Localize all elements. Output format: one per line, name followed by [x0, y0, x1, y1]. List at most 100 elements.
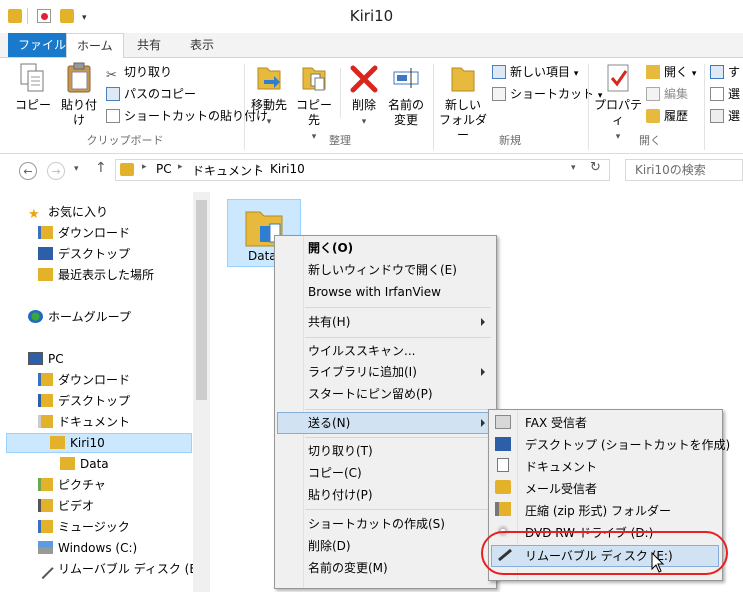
menu-rename[interactable]: 名前の変更(M)	[308, 557, 388, 579]
navigation-pane: ★ お気に入り ダウンロード デスクトップ 最近表示した場所 ホームグループ PC…	[0, 192, 210, 592]
copy-path-icon	[106, 87, 120, 101]
downloads-folder-icon	[38, 226, 53, 239]
nav-pc[interactable]: PC	[28, 349, 64, 369]
pictures-folder-icon	[38, 478, 53, 491]
nav-homegroup[interactable]: ホームグループ	[28, 307, 131, 327]
sendto-mail[interactable]: メール受信者	[525, 478, 597, 500]
windows-drive-icon	[38, 541, 53, 554]
menu-paste[interactable]: 貼り付け(P)	[308, 484, 373, 506]
menu-copy[interactable]: コピー(C)	[308, 462, 362, 484]
sendto-zip[interactable]: 圧縮 (zip 形式) フォルダー	[525, 500, 671, 522]
breadcrumb-documents[interactable]: ドキュメント	[192, 162, 264, 179]
address-bar[interactable]: ▸ PC ▸ ドキュメント ▸ Kiri10 ▾ ↻	[115, 159, 610, 181]
menu-virus-scan[interactable]: ウイルススキャン...	[308, 340, 415, 362]
select-all-button[interactable]: す	[710, 62, 740, 82]
menu-add-library[interactable]: ライブラリに追加(I)	[308, 361, 417, 383]
breadcrumb-pc[interactable]: PC	[156, 162, 172, 176]
nav-pc-downloads[interactable]: ダウンロード	[38, 370, 130, 390]
submenu-arrow-icon	[481, 368, 485, 376]
recent-locations-icon[interactable]: ▾	[74, 164, 79, 174]
cut-button[interactable]: ✂ 切り取り	[106, 62, 172, 83]
address-dropdown-icon[interactable]: ▾	[571, 163, 576, 173]
desktop-folder-icon	[38, 394, 53, 407]
rename-icon	[391, 62, 421, 94]
scissors-icon: ✂	[106, 68, 117, 83]
refresh-icon[interactable]: ↻	[590, 160, 601, 175]
edit-button[interactable]: 編集	[646, 84, 688, 104]
title-bar: ▾ Kiri10	[0, 0, 743, 33]
nav-removable-e[interactable]: リムーバブル ディスク (E:)	[37, 559, 206, 580]
tab-share[interactable]: 共有	[127, 33, 171, 57]
menu-create-shortcut[interactable]: ショートカットの作成(S)	[308, 513, 445, 535]
copy-to-icon	[299, 62, 329, 94]
menu-open-new-window[interactable]: 新しいウィンドウで開く(E)	[308, 259, 457, 281]
back-arrow-icon[interactable]: ←	[19, 162, 37, 180]
submenu-arrow-icon	[481, 318, 485, 326]
menu-cut[interactable]: 切り取り(T)	[308, 440, 373, 462]
menu-share[interactable]: 共有(H)	[308, 311, 350, 333]
menu-open[interactable]: 開く(O)	[308, 237, 353, 259]
nav-desktop[interactable]: デスクトップ	[38, 244, 130, 264]
copy-button[interactable]: コピー	[15, 62, 51, 113]
computer-icon	[28, 352, 43, 365]
zip-folder-icon	[495, 502, 511, 516]
rename-button[interactable]: 名前の 変更	[384, 62, 428, 128]
invert-selection-icon	[710, 109, 724, 123]
open-button[interactable]: 開く ▾	[646, 62, 696, 82]
search-input[interactable]: Kiri10の検索	[625, 159, 743, 181]
breadcrumb-kiri10[interactable]: Kiri10	[270, 162, 305, 176]
menu-pin-start[interactable]: スタートにピン留め(P)	[308, 383, 433, 405]
easy-access-button[interactable]: ショートカット ▾	[492, 84, 602, 104]
star-icon: ★	[28, 207, 40, 222]
up-arrow-icon[interactable]: ↑	[95, 160, 107, 176]
history-icon	[646, 109, 660, 123]
open-icon	[646, 65, 660, 79]
desktop-icon	[38, 247, 53, 260]
copy-path-button[interactable]: パスのコピー	[106, 84, 196, 104]
nav-music[interactable]: ミュージック	[38, 517, 130, 537]
fax-icon	[495, 415, 511, 429]
nav-scrollbar-thumb[interactable]	[196, 200, 207, 400]
select-none-icon	[710, 87, 724, 101]
paste-button[interactable]: 貼り付け	[56, 62, 102, 128]
nav-data[interactable]: Data	[60, 454, 109, 474]
select-none-button[interactable]: 選	[710, 84, 740, 104]
forward-arrow-icon[interactable]: →	[47, 162, 65, 180]
menu-browse-irfanview[interactable]: Browse with IrfanView	[308, 281, 441, 303]
nav-recent[interactable]: 最近表示した場所	[38, 265, 154, 285]
nav-pc-documents[interactable]: ドキュメント	[38, 412, 130, 432]
new-item-button[interactable]: 新しい項目 ▾	[492, 62, 578, 82]
nav-windows-c[interactable]: Windows (C:)	[38, 538, 137, 558]
desktop-icon	[495, 437, 511, 451]
downloads-folder-icon	[38, 373, 53, 386]
navigation-bar: ← → ▾ ↑ ▸ PC ▸ ドキュメント ▸ Kiri10 ▾ ↻ Kiri1…	[0, 154, 743, 188]
nav-kiri10[interactable]: Kiri10	[50, 433, 105, 453]
shortcut-icon	[492, 87, 506, 101]
tab-view[interactable]: 表示	[180, 33, 224, 57]
menu-delete[interactable]: 削除(D)	[308, 535, 351, 557]
invert-selection-button[interactable]: 選	[710, 106, 740, 126]
tab-home[interactable]: ホーム	[66, 33, 124, 59]
documents-folder-icon	[38, 415, 53, 428]
delete-button[interactable]: 削除 ▾	[346, 62, 382, 130]
group-label-organize: 整理	[329, 134, 351, 147]
sendto-desktop[interactable]: デスクトップ (ショートカットを作成)	[525, 434, 730, 456]
paste-icon	[64, 62, 94, 94]
submenu-arrow-icon	[481, 419, 485, 427]
nav-video[interactable]: ビデオ	[38, 496, 94, 516]
window-title: Kiri10	[349, 7, 394, 25]
folder-icon	[120, 163, 134, 176]
nav-favorites[interactable]: ★ お気に入り	[28, 202, 108, 222]
move-to-button[interactable]: 移動先 ▾	[248, 62, 290, 130]
copy-icon	[18, 62, 48, 94]
menu-send-to[interactable]: 送る(N)	[308, 412, 350, 434]
nav-pc-desktop[interactable]: デスクトップ	[38, 391, 130, 411]
context-menu: 開く(O) 新しいウィンドウで開く(E) Browse with IrfanVi…	[274, 235, 497, 589]
nav-downloads[interactable]: ダウンロード	[38, 223, 130, 243]
history-button[interactable]: 履歴	[646, 106, 688, 126]
group-label-new: 新規	[499, 134, 521, 147]
sendto-documents[interactable]: ドキュメント	[525, 456, 597, 478]
sendto-fax[interactable]: FAX 受信者	[525, 412, 587, 434]
new-folder-button[interactable]: 新しい フォルダー	[437, 62, 489, 143]
nav-pictures[interactable]: ピクチャ	[38, 475, 106, 495]
